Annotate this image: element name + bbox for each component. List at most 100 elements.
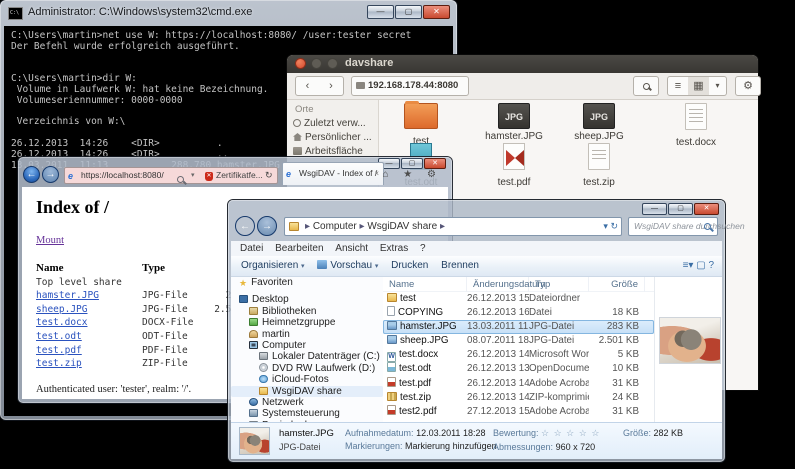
table-row[interactable]: test.pdf26.12.2013 14:19Adobe Acrobat D.…	[383, 377, 654, 391]
minimize-button[interactable]: —	[642, 203, 667, 215]
cloud-icon	[259, 375, 268, 383]
table-row[interactable]: test.odt26.12.2013 13:55OpenDocument T..…	[383, 362, 654, 376]
location-button[interactable]: 192.168.178.44:8080	[351, 76, 469, 96]
close-button[interactable]: ✕	[694, 203, 719, 215]
grid-view-button[interactable]: ▦	[688, 76, 710, 96]
mount-link[interactable]: Mount	[36, 235, 64, 246]
refresh-icon[interactable]: ↻	[610, 221, 618, 231]
sidebar-item-wsgidav-share[interactable]: WsgiDAV share	[231, 386, 383, 397]
sidebar-item-local-disk-c[interactable]: Lokaler Datenträger (C:)	[231, 351, 383, 362]
network-icon	[249, 398, 258, 406]
file-link[interactable]: test.docx	[36, 317, 87, 328]
sidebar-item-computer[interactable]: Computer	[231, 340, 383, 351]
add-tag-link[interactable]: Markierung hinzufügen	[405, 441, 497, 451]
home-star-gear-icons[interactable]: ⌂ ★ ⚙	[382, 169, 442, 180]
file-link[interactable]: test.odt	[36, 331, 82, 342]
forward-button[interactable]: →	[42, 166, 59, 183]
back-button[interactable]: ‹	[295, 76, 320, 96]
sidebar-item-desktop[interactable]: Arbeitsfläche	[293, 146, 363, 157]
file-item-zip[interactable]: test.zip	[556, 143, 642, 188]
word-file-icon: W	[387, 352, 396, 362]
cmd-titlebar[interactable]: C:\ Administrator: C:\Windows\system32\c…	[0, 0, 457, 26]
column-header-type[interactable]: Typ	[529, 277, 589, 292]
sidebar-item-bibliotheken[interactable]: Bibliotheken	[231, 306, 383, 317]
close-button[interactable]: ✕	[424, 158, 446, 169]
minimize-button[interactable]: —	[367, 5, 394, 19]
burn-button[interactable]: Brennen	[441, 256, 479, 276]
table-row-selected[interactable]: hamster.JPG13.03.2011 11:13JPG-Datei283 …	[383, 320, 654, 334]
breadcrumb-computer[interactable]: Computer	[313, 221, 357, 232]
list-view-button[interactable]: ≡	[667, 76, 689, 96]
maximize-button[interactable]: ▢	[668, 203, 693, 215]
column-header-date[interactable]: Änderungsdatum	[467, 277, 529, 292]
table-row[interactable]: test26.12.2013 15:21Dateiordner	[383, 292, 654, 306]
maximize-button[interactable]: ▢	[401, 158, 423, 169]
table-row[interactable]: Wtest.docx26.12.2013 14:26Microsoft Word…	[383, 348, 654, 362]
view-options-dropdown[interactable]: ▾	[709, 76, 727, 96]
search-button[interactable]	[633, 76, 659, 96]
sidebar-item-martin[interactable]: martin	[231, 329, 383, 340]
back-button[interactable]: ←	[23, 166, 40, 183]
close-tab-icon[interactable]: ×	[374, 163, 379, 184]
search-icon[interactable]	[177, 172, 184, 187]
file-item-docx[interactable]: test.docx	[653, 103, 739, 148]
table-row[interactable]: test2.pdf27.12.2013 15:10Adobe Acrobat D…	[383, 405, 654, 419]
print-button[interactable]: Drucken	[391, 256, 428, 276]
file-link[interactable]: test.zip	[36, 358, 82, 369]
sidebar-item-netzwerk[interactable]: Netzwerk	[231, 397, 383, 408]
sidebar-item-systemsteuerung[interactable]: Systemsteuerung	[231, 408, 383, 419]
url-text[interactable]: https://localhost:8080/	[81, 168, 164, 183]
address-dropdown-icon[interactable]: ▾	[603, 221, 608, 231]
address-bar[interactable]: e https://localhost:8080/ ▾ ✕ Zertifikat…	[64, 167, 278, 184]
file-link[interactable]: hamster.JPG	[36, 290, 99, 301]
sidebar-item-icloud-fotos[interactable]: iCloud-Fotos	[231, 374, 383, 385]
menu-bearbeiten[interactable]: Bearbeiten	[275, 241, 323, 256]
maximize-button[interactable]: ▢	[395, 5, 422, 19]
sidebar-item-home[interactable]: Persönlicher ...	[293, 132, 372, 143]
gear-menu-button[interactable]: ⚙	[735, 76, 761, 96]
organize-button[interactable]: Organisieren ▾	[241, 256, 305, 277]
table-row[interactable]: COPYING26.12.2013 16:22Datei18 KB	[383, 306, 654, 320]
menu-extras[interactable]: Extras	[380, 241, 408, 256]
sidebar-item-heimnetzgruppe[interactable]: Heimnetzgruppe	[231, 317, 383, 328]
column-header-name[interactable]: Name	[383, 277, 467, 292]
breadcrumb[interactable]: ▸ Computer ▸ WsgiDAV share ▸ ▾ ↻	[284, 217, 622, 236]
back-button[interactable]: ←	[235, 216, 255, 236]
ie-page-icon: e	[286, 169, 296, 179]
forward-button[interactable]: →	[257, 216, 277, 236]
maximize-button[interactable]	[327, 58, 338, 69]
table-row[interactable]: sheep.JPG08.07.2011 18:52JPG-Datei2.501 …	[383, 334, 654, 348]
browser-tab[interactable]: e WsgiDAV - Index of / ×	[282, 162, 384, 185]
rating-stars[interactable]: ☆ ☆ ☆ ☆ ☆	[541, 428, 600, 438]
column-header-size[interactable]: Größe	[589, 277, 645, 292]
certificate-error-icon: ✕	[205, 172, 213, 181]
preview-button[interactable]: Vorschau ▾	[317, 256, 378, 277]
sidebar-item-recent[interactable]: Zuletzt verw...	[293, 118, 366, 129]
refresh-icon[interactable]: ↻	[265, 168, 273, 183]
search-box[interactable]: WsgiDAV share durchsuchen	[628, 217, 718, 236]
menu-datei[interactable]: Datei	[240, 241, 263, 256]
file-item-sheep[interactable]: JPG sheep.JPG	[556, 103, 642, 142]
sidebar-item-favoriten[interactable]: ★Favoriten	[231, 277, 383, 288]
sidebar-item-desktop[interactable]: Desktop	[231, 294, 383, 305]
table-row[interactable]: test.zip26.12.2013 14:22ZIP-komprimierte…	[383, 391, 654, 405]
network-location-icon	[356, 82, 365, 89]
nautilus-titlebar[interactable]: davshare	[287, 55, 758, 73]
file-item-hamster[interactable]: JPG hamster.JPG	[471, 103, 557, 142]
forward-button[interactable]: ›	[319, 76, 344, 96]
minimize-button[interactable]	[311, 58, 322, 69]
chevron-down-icon[interactable]: ▾	[191, 168, 195, 183]
file-link[interactable]: test.pdf	[36, 345, 82, 356]
close-button[interactable]: ✕	[423, 5, 450, 19]
certificate-error-button[interactable]: Zertifikatfe...	[216, 168, 263, 183]
file-item-test[interactable]: test	[378, 103, 464, 147]
breadcrumb-wsgidav-share[interactable]: WsgiDAV share	[367, 221, 437, 232]
file-link[interactable]: sheep.JPG	[36, 304, 87, 315]
view-options-icons[interactable]: ≡▾ ▢ ?	[683, 256, 714, 276]
sidebar-item-dvd-drive-d[interactable]: DVD RW Laufwerk (D:)	[231, 363, 383, 374]
menu-ansicht[interactable]: Ansicht	[335, 241, 368, 256]
file-item-pdf[interactable]: test.pdf	[471, 143, 557, 188]
close-button[interactable]	[295, 58, 306, 69]
tags-label: Markierungen:	[345, 441, 403, 451]
menu-help[interactable]: ?	[420, 241, 426, 256]
